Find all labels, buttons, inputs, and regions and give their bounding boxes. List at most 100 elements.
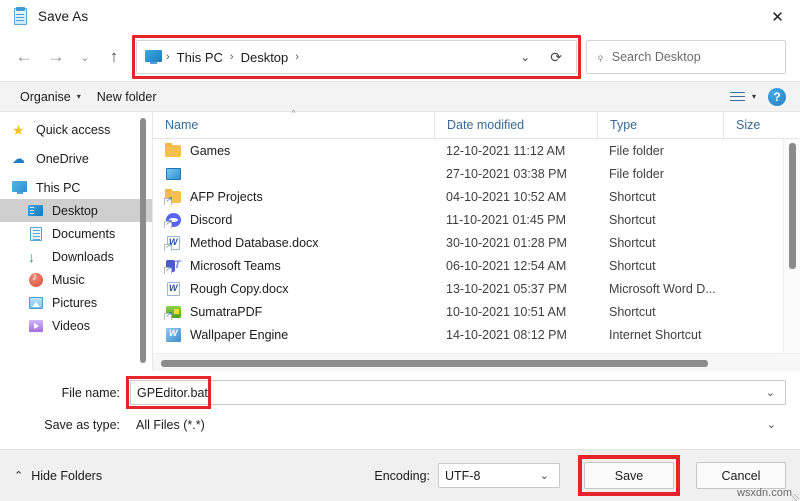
save-as-dialog: Save As ✕ ← → ⌄ ↑ › This PC › Desktop › … bbox=[0, 0, 800, 501]
forward-button[interactable]: → bbox=[40, 41, 72, 73]
hide-folders-button[interactable]: ⌃ Hide Folders bbox=[14, 469, 102, 483]
column-header-size[interactable]: Size bbox=[723, 112, 787, 138]
chevron-down-icon[interactable]: ⌄ bbox=[757, 418, 786, 431]
up-button[interactable]: ↑ bbox=[98, 41, 130, 73]
save-as-type-value: All Files (*.*) bbox=[136, 418, 757, 432]
sidebar-item-this-pc[interactable]: This PC bbox=[0, 176, 152, 199]
column-header-name[interactable]: ^ Name bbox=[153, 112, 434, 138]
file-list-vertical-scrollbar-thumb[interactable] bbox=[789, 143, 796, 269]
date-modified-cell: 06-10-2021 12:54 AM bbox=[434, 259, 597, 273]
date-modified-cell: 14-10-2021 08:12 PM bbox=[434, 328, 597, 342]
file-list-horizontal-scrollbar[interactable] bbox=[153, 353, 800, 371]
encoding-label: Encoding: bbox=[374, 469, 430, 483]
type-cell: File folder bbox=[597, 144, 723, 158]
file-name-label: Wallpaper Engine bbox=[190, 328, 288, 342]
music-icon bbox=[28, 272, 45, 288]
table-row[interactable]: 27-10-2021 03:38 PM File folder bbox=[153, 162, 800, 185]
breadcrumb-this-pc[interactable]: This PC bbox=[172, 50, 228, 65]
close-icon[interactable]: ✕ bbox=[755, 0, 800, 33]
table-row[interactable]: Method Database.docx 30-10-2021 01:28 PM… bbox=[153, 231, 800, 254]
type-cell: Internet Shortcut bbox=[597, 328, 723, 342]
sidebar-item-downloads[interactable]: ↓ Downloads bbox=[0, 245, 152, 268]
table-row[interactable]: AFP Projects 04-10-2021 10:52 AM Shortcu… bbox=[153, 185, 800, 208]
view-options-icon[interactable] bbox=[730, 92, 745, 102]
save-as-type-select[interactable]: All Files (*.*) ⌄ bbox=[130, 412, 786, 437]
dialog-body: ★ Quick access ☁ OneDrive This PC Deskto… bbox=[0, 112, 800, 371]
type-cell: Shortcut bbox=[597, 259, 723, 273]
sidebar-item-quick-access[interactable]: ★ Quick access bbox=[0, 118, 152, 141]
encoding-value: UTF-8 bbox=[445, 469, 530, 483]
type-cell: Shortcut bbox=[597, 213, 723, 227]
refresh-icon[interactable]: ⟳ bbox=[540, 49, 572, 66]
file-name-row: File name: GPEditor.bat ⌄ bbox=[14, 379, 786, 406]
sumatra-icon bbox=[165, 304, 183, 320]
sidebar-item-label: This PC bbox=[36, 181, 80, 195]
folder-icon bbox=[165, 143, 183, 159]
save-button[interactable]: Save bbox=[584, 462, 674, 489]
file-name-label: Games bbox=[190, 144, 230, 158]
sidebar-item-onedrive[interactable]: ☁ OneDrive bbox=[0, 147, 152, 170]
column-label: Name bbox=[165, 118, 198, 132]
sidebar-item-music[interactable]: Music bbox=[0, 268, 152, 291]
file-list-vertical-scrollbar[interactable] bbox=[783, 139, 800, 353]
file-name-cell: Discord bbox=[153, 212, 434, 228]
table-row[interactable]: Rough Copy.docx 13-10-2021 05:37 PM Micr… bbox=[153, 277, 800, 300]
file-name-label: Discord bbox=[190, 213, 232, 227]
generic-blue-icon bbox=[165, 166, 183, 182]
chevron-down-icon[interactable]: ⌄ bbox=[530, 469, 559, 482]
recent-locations-button[interactable]: ⌄ bbox=[72, 41, 98, 73]
column-label: Size bbox=[736, 118, 760, 132]
breadcrumb-separator-2: › bbox=[293, 51, 301, 63]
encoding-select[interactable]: UTF-8 ⌄ bbox=[438, 463, 560, 488]
sidebar-item-pictures[interactable]: Pictures bbox=[0, 291, 152, 314]
cancel-button[interactable]: Cancel bbox=[696, 462, 786, 489]
search-icon: ⌕ bbox=[593, 49, 608, 64]
videos-icon bbox=[28, 318, 45, 334]
type-cell: File folder bbox=[597, 167, 723, 181]
file-name-cell: AFP Projects bbox=[153, 189, 434, 205]
sidebar-scrollbar-thumb[interactable] bbox=[140, 118, 146, 363]
save-as-type-label: Save as type: bbox=[14, 418, 130, 432]
chevron-down-icon[interactable]: ▾ bbox=[752, 92, 756, 101]
column-header-type[interactable]: Type bbox=[597, 112, 723, 138]
sort-ascending-icon: ^ bbox=[291, 108, 295, 118]
sidebar-item-desktop[interactable]: Desktop bbox=[0, 199, 152, 222]
back-button[interactable]: ← bbox=[8, 41, 40, 73]
search-input[interactable]: ⌕ Search Desktop bbox=[586, 40, 786, 74]
date-modified-cell: 11-10-2021 01:45 PM bbox=[434, 213, 597, 227]
chevron-down-icon[interactable]: ⌄ bbox=[510, 50, 540, 64]
new-folder-label: New folder bbox=[97, 90, 157, 104]
save-button-wrapper: Save bbox=[584, 462, 674, 489]
star-icon: ★ bbox=[12, 122, 29, 138]
file-list-horizontal-scrollbar-thumb[interactable] bbox=[161, 360, 708, 367]
sidebar-item-documents[interactable]: Documents bbox=[0, 222, 152, 245]
teams-icon bbox=[165, 258, 183, 274]
table-row[interactable]: SumatraPDF 10-10-2021 10:51 AM Shortcut bbox=[153, 300, 800, 323]
table-row[interactable]: Games 12-10-2021 11:12 AM File folder bbox=[153, 139, 800, 162]
sidebar-item-videos[interactable]: Videos bbox=[0, 314, 152, 337]
file-name-label: Method Database.docx bbox=[190, 236, 319, 250]
address-bar[interactable]: › This PC › Desktop › ⌄ ⟳ bbox=[136, 40, 577, 74]
downloads-icon: ↓ bbox=[28, 249, 45, 265]
table-row[interactable]: Microsoft Teams 06-10-2021 12:54 AM Shor… bbox=[153, 254, 800, 277]
breadcrumb-desktop[interactable]: Desktop bbox=[236, 50, 294, 65]
column-header-date-modified[interactable]: Date modified bbox=[434, 112, 597, 138]
organise-button[interactable]: Organise ▾ bbox=[12, 90, 89, 104]
cloud-icon: ☁ bbox=[12, 151, 29, 167]
column-label: Date modified bbox=[447, 118, 524, 132]
sidebar-item-label: Documents bbox=[52, 227, 115, 241]
table-row[interactable]: Wallpaper Engine 14-10-2021 08:12 PM Int… bbox=[153, 323, 800, 346]
file-name-label: Rough Copy.docx bbox=[190, 282, 288, 296]
help-icon[interactable]: ? bbox=[768, 88, 786, 106]
sidebar-scrollbar[interactable] bbox=[137, 118, 149, 361]
wallpaper-engine-icon bbox=[165, 327, 183, 343]
table-row[interactable]: Discord 11-10-2021 01:45 PM Shortcut bbox=[153, 208, 800, 231]
chevron-down-icon[interactable]: ⌄ bbox=[756, 386, 785, 399]
new-folder-button[interactable]: New folder bbox=[89, 90, 165, 104]
save-as-type-row: Save as type: All Files (*.*) ⌄ bbox=[14, 411, 786, 438]
word-icon bbox=[165, 281, 183, 297]
file-name-label: File name: bbox=[14, 386, 130, 400]
window-title: Save As bbox=[38, 9, 88, 24]
file-name-input[interactable]: GPEditor.bat ⌄ bbox=[130, 380, 786, 405]
sidebar-item-label: Desktop bbox=[52, 204, 98, 218]
